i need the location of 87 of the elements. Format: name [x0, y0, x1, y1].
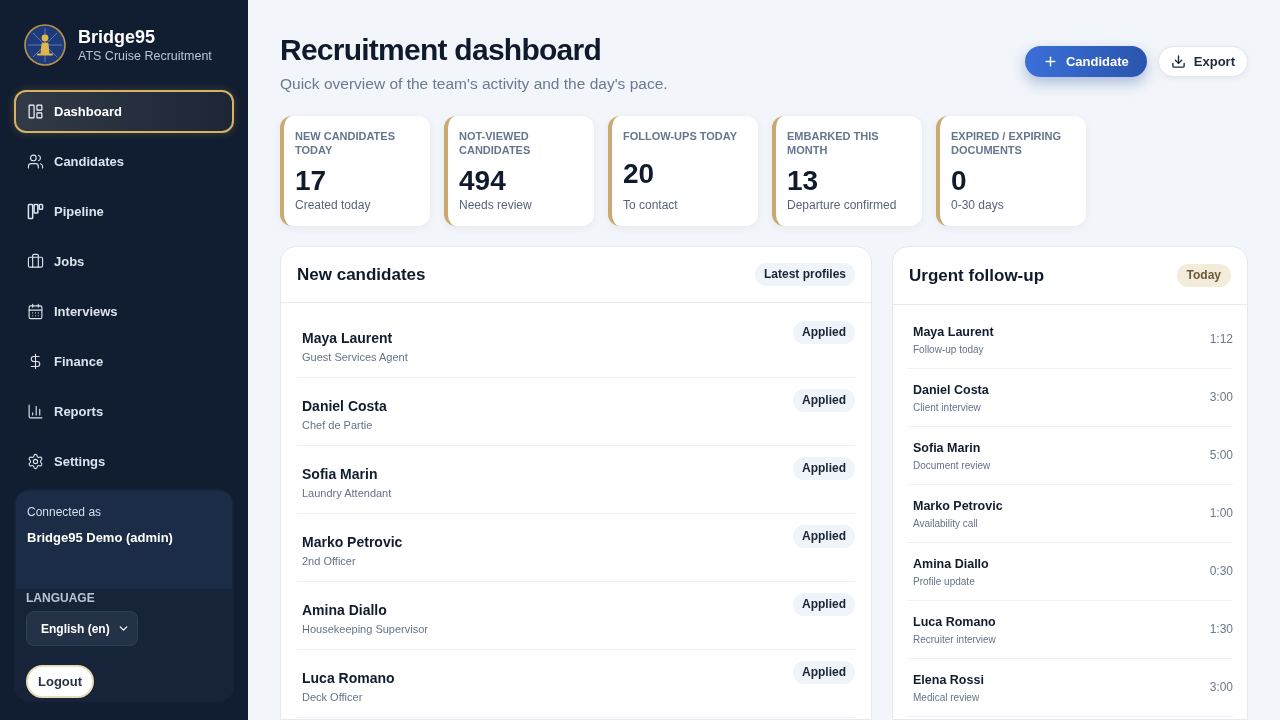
follow-up-time: 1:00	[1209, 506, 1233, 521]
logo-icon	[24, 24, 66, 66]
candidate-name[interactable]: Marko Petrovic	[302, 533, 403, 551]
nav-item[interactable]: Interviews	[14, 290, 234, 333]
calendar-icon	[27, 303, 44, 320]
nav-item[interactable]: Dashboard	[14, 90, 234, 133]
follow-up-time: 5:00	[1209, 448, 1233, 463]
brand-name: Bridge95	[78, 26, 157, 48]
candidate-name[interactable]: Daniel Costa	[302, 397, 387, 415]
status-tag: Applied	[793, 661, 855, 684]
follow-up-name[interactable]: Sofia Marin	[913, 439, 991, 456]
language-label: LANGUAGE	[26, 590, 95, 606]
stat-label: EXPIRED / EXPIRING DOCUMENTS	[951, 129, 1063, 157]
stat-label: NOT-VIEWED CANDIDATES	[459, 129, 532, 157]
user-name: Bridge95 Demo (admin)	[27, 530, 174, 546]
follow-up-name[interactable]: Elena Rossi	[913, 671, 984, 688]
status-tag: Applied	[793, 457, 855, 480]
stat-label: NEW CANDIDATES TODAY	[295, 129, 396, 157]
connected-as-label: Connected as	[27, 504, 103, 520]
page-subtitle: Quick overview of the team's activity and the day's pace.	[280, 74, 668, 94]
settings-icon	[27, 453, 44, 470]
stat-caption: Departure confirmed	[787, 198, 898, 213]
follow-up-time: 3:00	[1209, 390, 1233, 405]
stat-value: 17	[295, 164, 327, 197]
candidate-role: Deck Officer	[302, 690, 364, 704]
status-tag: Applied	[793, 389, 855, 412]
follow-up-time: 3:00	[1209, 680, 1233, 695]
status-tag: Applied	[793, 593, 855, 616]
candidate-name[interactable]: Amina Diallo	[302, 601, 428, 619]
stat-value: 20	[623, 157, 655, 190]
follow-up-name[interactable]: Marko Petrovic	[913, 497, 1003, 514]
candidate-role: Guest Services Agent	[302, 350, 408, 364]
stat-caption: Created today	[295, 198, 372, 213]
follow-up-name[interactable]: Daniel Costa	[913, 381, 989, 398]
nav-item[interactable]: Reports	[14, 390, 234, 433]
candidate-role: Chef de Partie	[302, 418, 374, 432]
stat-value: 13	[787, 164, 819, 197]
stat-label: EMBARKED THIS MONTH	[787, 129, 880, 157]
bar-chart-icon	[27, 403, 44, 420]
follow-up-time: 1:30	[1209, 622, 1233, 637]
page-title: Recruitment dashboard	[280, 32, 602, 68]
stat-value: 0	[951, 164, 967, 197]
panel-title: Urgent follow-up	[909, 264, 1045, 287]
candidate-role: Laundry Attendant	[302, 486, 392, 500]
status-tag: Applied	[793, 525, 855, 548]
follow-up-name[interactable]: Luca Romano	[913, 613, 996, 630]
latest-profiles-tag: Latest profiles	[754, 263, 855, 286]
follow-up-task: Client interview	[913, 400, 982, 414]
export-button[interactable]: Export	[1157, 46, 1248, 77]
language-select[interactable]: English (en)	[26, 611, 138, 646]
stat-caption: 0-30 days	[951, 198, 1005, 213]
candidate-role: 2nd Officer	[302, 554, 357, 568]
today-tag: Today	[1176, 264, 1231, 287]
users-icon	[27, 153, 44, 170]
nav-item[interactable]: Candidates	[14, 140, 234, 183]
briefcase-icon	[27, 253, 44, 270]
panel-title: New candidates	[297, 263, 426, 286]
follow-up-time: 1:12	[1209, 332, 1233, 347]
candidate-role: Housekeeping Supervisor	[302, 622, 428, 636]
follow-up-task: Recruiter interview	[913, 632, 996, 646]
nav-item[interactable]: Finance	[14, 340, 234, 383]
logout-button[interactable]: Logout	[26, 665, 95, 698]
stat-label: FOLLOW-UPS TODAY	[623, 129, 739, 143]
nav-item[interactable]: Jobs	[14, 240, 234, 283]
layout-icon	[27, 103, 44, 120]
stat-caption: To contact	[623, 198, 679, 213]
candidate-name[interactable]: Luca Romano	[302, 669, 395, 687]
stat-value: 494	[459, 164, 506, 197]
follow-up-task: Availability call	[913, 516, 979, 530]
status-tag: Applied	[793, 321, 855, 344]
candidate-name[interactable]: Maya Laurent	[302, 329, 408, 347]
candidate-name[interactable]: Sofia Marin	[302, 465, 392, 483]
nav-item[interactable]: Pipeline	[14, 190, 234, 233]
brand-tagline: ATS Cruise Recruitment	[78, 48, 212, 64]
follow-up-time: 0:30	[1209, 564, 1233, 579]
follow-up-task: Document review	[913, 458, 991, 472]
follow-up-name[interactable]: Maya Laurent	[913, 323, 994, 340]
plus-icon	[1043, 54, 1058, 69]
follow-up-task: Medical review	[913, 690, 981, 704]
nav-item[interactable]: Settings	[14, 440, 234, 483]
download-icon	[1170, 54, 1186, 69]
kanban-icon	[27, 203, 44, 220]
follow-up-task: Profile update	[913, 574, 976, 588]
stat-caption: Needs review	[459, 198, 533, 213]
follow-up-name[interactable]: Amina Diallo	[913, 555, 989, 572]
follow-up-task: Follow-up today	[913, 342, 985, 356]
add-candidate-button[interactable]: Candidate	[1025, 46, 1147, 77]
